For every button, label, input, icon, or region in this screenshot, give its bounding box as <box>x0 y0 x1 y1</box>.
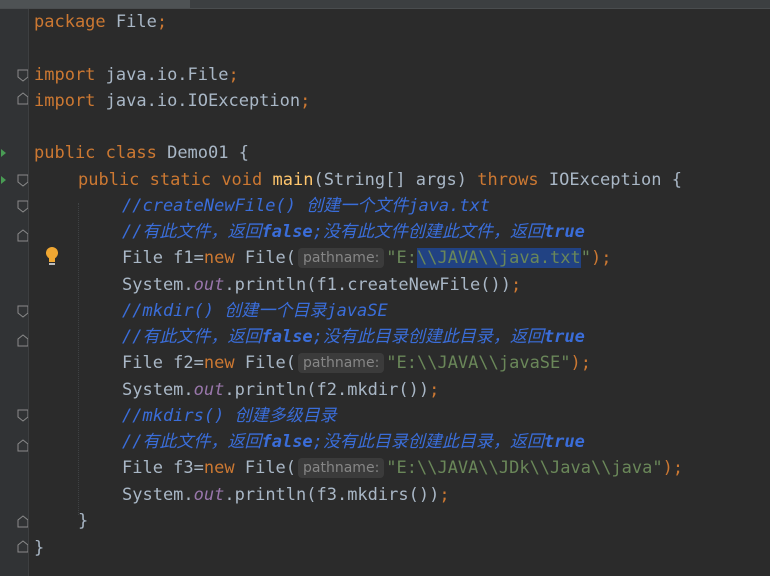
code-line-import-file[interactable]: import java.io.File; <box>34 62 239 88</box>
fold-icon[interactable] <box>17 200 28 213</box>
comment-mkdir-desc: //有此文件，返回false;没有此目录创建此目录，返回true <box>122 327 585 347</box>
code-line-class-decl[interactable]: public class Demo01 { <box>34 140 249 166</box>
fold-icon[interactable] <box>17 174 28 187</box>
run-arrow-icon[interactable] <box>1 149 6 157</box>
code-line-println-f3[interactable]: System.out.println(f3.mkdirs()); <box>122 482 450 508</box>
fold-icon[interactable] <box>17 229 28 242</box>
code-line-f1[interactable]: File f1=new File(pathname: "E:\\JAVA\\jav… <box>122 245 612 271</box>
fold-icon[interactable] <box>17 409 28 422</box>
closing-brace-method[interactable]: } <box>78 508 88 534</box>
code-line-println-f2[interactable]: System.out.println(f2.mkdir()); <box>122 377 439 403</box>
code-line-f2[interactable]: File f2=new File(pathname: "E:\\JAVA\\jav… <box>122 350 591 376</box>
parameter-hint: pathname: <box>298 353 385 373</box>
fold-icon[interactable] <box>17 305 28 318</box>
fold-icon[interactable] <box>17 92 28 105</box>
active-tab-strip[interactable] <box>0 0 190 8</box>
editor-tab-bar <box>0 0 770 9</box>
parameter-hint: pathname: <box>298 458 385 478</box>
fold-icon[interactable] <box>17 69 28 82</box>
run-arrow-icon[interactable] <box>1 176 6 184</box>
comment-createnewfile: //createNewFile() 创建一个文件java.txt <box>122 196 491 216</box>
fold-icon[interactable] <box>17 540 28 553</box>
comment-createnewfile-desc: //有此文件，返回false;没有此文件创建此文件，返回true <box>122 222 585 242</box>
fold-icon[interactable] <box>17 439 28 452</box>
text-selection[interactable]: \\JAVA\\java.txt <box>417 248 581 268</box>
gutter-markers <box>1 69 28 553</box>
comment-mkdir: //mkdir() 创建一个目录javaSE <box>122 301 388 321</box>
fold-icon[interactable] <box>17 334 28 347</box>
closing-brace-class[interactable]: } <box>34 535 44 561</box>
indent-guide <box>78 203 80 515</box>
comment-mkdirs-desc: //有此文件，返回false;没有此目录创建此目录，返回true <box>122 432 585 452</box>
code-line-f3[interactable]: File f3=new File(pathname: "E:\\JAVA\\JDk… <box>122 455 683 481</box>
comment-mkdirs: //mkdirs() 创建多级目录 <box>122 406 337 426</box>
parameter-hint: pathname: <box>298 248 385 268</box>
code-line-import-ioexception[interactable]: import java.io.IOException; <box>34 88 310 114</box>
code-editor[interactable]: package File; import java.io.File; impor… <box>34 9 770 576</box>
fold-icon[interactable] <box>17 515 28 528</box>
code-line-package[interactable]: package File; <box>34 9 167 35</box>
code-line-main-decl[interactable]: public static void main(String[] args) t… <box>78 167 682 193</box>
code-line-println-f1[interactable]: System.out.println(f1.createNewFile()); <box>122 272 521 298</box>
